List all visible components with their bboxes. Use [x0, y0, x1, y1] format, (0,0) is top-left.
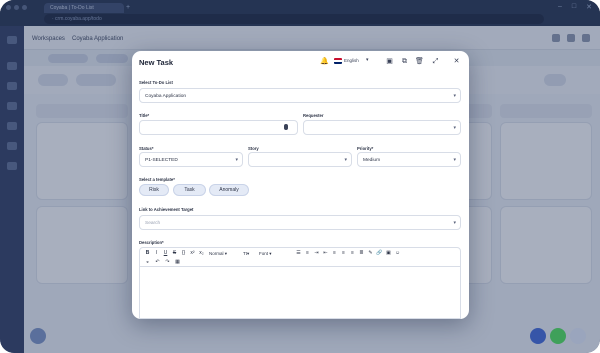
- chevron-down-icon: ▾: [453, 157, 456, 163]
- bell-icon[interactable]: 🔔: [320, 57, 329, 66]
- justify-icon[interactable]: ≣: [358, 250, 365, 257]
- fab-left[interactable]: [30, 328, 46, 344]
- chevron-down-icon: ▾: [453, 220, 456, 226]
- chevron-down-icon[interactable]: ▾: [366, 57, 369, 63]
- paragraph-style-select[interactable]: Normal ▾: [207, 250, 239, 257]
- chevron-down-icon: ▾: [235, 157, 238, 163]
- fab-gray[interactable]: [570, 328, 586, 344]
- microphone-icon[interactable]: [284, 124, 288, 130]
- description-label: Description*: [139, 240, 164, 245]
- copy-icon[interactable]: ⧉: [400, 57, 409, 66]
- align-left-icon[interactable]: ≡: [331, 250, 338, 257]
- title-input[interactable]: [139, 120, 298, 135]
- template-anomaly[interactable]: Anomaly: [209, 184, 249, 196]
- font-size-select[interactable]: Tt▾: [241, 250, 255, 257]
- achievement-search[interactable]: Search ▾: [139, 215, 461, 230]
- bold-button[interactable]: B: [144, 250, 151, 257]
- new-task-dialog: New Task 🔔 English ▾ ▣ ⧉ 🗑 ⤢ ✕ Select To…: [132, 51, 469, 319]
- clear-icon[interactable]: ◒: [144, 259, 151, 266]
- status-select[interactable]: P1-SELECTED ▾: [139, 152, 243, 167]
- trash-icon[interactable]: 🗑: [415, 57, 424, 66]
- description-editor[interactable]: [139, 267, 461, 319]
- story-label: Story: [248, 146, 259, 151]
- align-center-icon[interactable]: ≡: [340, 250, 347, 257]
- link-icon[interactable]: 🔗: [376, 250, 383, 257]
- template-label: Select a template*: [139, 177, 175, 182]
- story-select[interactable]: ▾: [248, 152, 352, 167]
- ordered-list-icon[interactable]: ≡: [304, 250, 311, 257]
- chevron-down-icon: ▾: [453, 125, 456, 131]
- achievement-label: Link to Achievement Target: [139, 207, 194, 212]
- language-select[interactable]: English: [344, 58, 359, 63]
- emoji-icon[interactable]: ☺: [394, 250, 401, 257]
- requester-select[interactable]: ▾: [303, 120, 461, 135]
- align-right-icon[interactable]: ≡: [349, 250, 356, 257]
- redo-icon[interactable]: ↷: [164, 259, 171, 266]
- subscript-button[interactable]: x₂: [198, 250, 205, 257]
- fab-green[interactable]: [550, 328, 566, 344]
- expand-icon[interactable]: ⤢: [431, 57, 440, 66]
- table-icon[interactable]: ▦: [174, 259, 181, 266]
- priority-select[interactable]: Medium ▾: [357, 152, 461, 167]
- uk-flag-icon[interactable]: [334, 58, 342, 64]
- chevron-down-icon: ▾: [344, 157, 347, 163]
- close-icon[interactable]: ✕: [452, 57, 461, 66]
- chevron-down-icon: ▾: [453, 93, 456, 99]
- screen: Coyaba | To-Do List + · crm.coyaba.app/t…: [0, 0, 600, 353]
- template-risk[interactable]: Risk: [139, 184, 169, 196]
- font-select[interactable]: Font ▾: [257, 250, 293, 257]
- code-button[interactable]: {}: [180, 250, 187, 257]
- image-icon[interactable]: ▣: [385, 250, 392, 257]
- fab-primary[interactable]: [530, 328, 546, 344]
- pen-icon[interactable]: ✎: [367, 250, 374, 257]
- todo-list-select[interactable]: Coyaba Application ▾: [139, 88, 461, 103]
- outdent-icon[interactable]: ⇤: [322, 250, 329, 257]
- dialog-header: New Task 🔔 English ▾ ▣ ⧉ 🗑 ⤢ ✕: [132, 51, 469, 73]
- underline-button[interactable]: U: [162, 250, 169, 257]
- italic-button[interactable]: I: [153, 250, 160, 257]
- requester-label: Requester: [303, 113, 324, 118]
- editor-toolbar: B I U S {} x² x₂ Normal ▾ Tt▾ Font ▾ ☰ ≡…: [139, 247, 461, 267]
- list-icon[interactable]: ☰: [295, 250, 302, 257]
- title-label: Title*: [139, 113, 150, 118]
- strike-button[interactable]: S: [171, 250, 178, 257]
- save-icon[interactable]: ▣: [385, 57, 394, 66]
- template-task[interactable]: Task: [173, 184, 206, 196]
- superscript-button[interactable]: x²: [189, 250, 196, 257]
- undo-icon[interactable]: ↶: [154, 259, 161, 266]
- indent-icon[interactable]: ⇥: [313, 250, 320, 257]
- dialog-title: New Task: [139, 58, 174, 67]
- todo-list-label: Select To-Do List: [139, 80, 173, 85]
- priority-label: Priority*: [357, 146, 374, 151]
- status-label: Status*: [139, 146, 154, 151]
